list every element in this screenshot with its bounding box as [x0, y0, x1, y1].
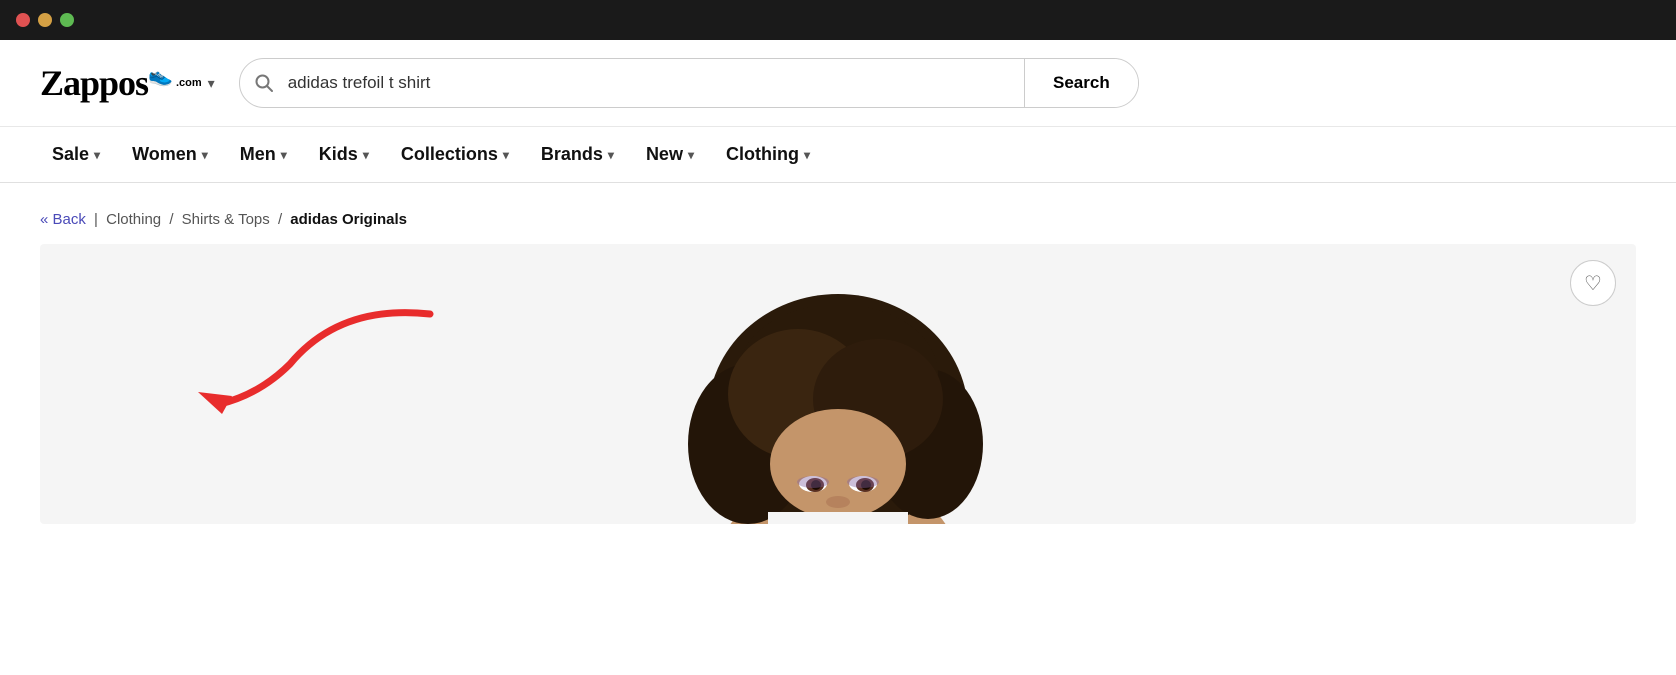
nav-item-kids[interactable]: Kids ▾: [307, 127, 381, 182]
nav-label-kids: Kids: [319, 144, 358, 165]
model-image: [648, 244, 1028, 524]
logo-area[interactable]: Zappos👟 .com ▾: [40, 65, 215, 101]
close-button[interactable]: [16, 13, 30, 27]
favorite-button[interactable]: ♡: [1570, 260, 1616, 306]
minimize-button[interactable]: [38, 13, 52, 27]
search-icon: [240, 73, 288, 93]
breadcrumb-current: adidas Originals: [290, 211, 407, 228]
chevron-down-icon: ▾: [608, 148, 614, 162]
breadcrumb-slash2: /: [278, 211, 286, 228]
heart-icon: ♡: [1584, 271, 1602, 296]
chevron-down-icon: ▾: [363, 148, 369, 162]
nav-item-new[interactable]: New ▾: [634, 127, 706, 182]
nav: Sale ▾ Women ▾ Men ▾ Kids ▾ Collections …: [0, 127, 1676, 183]
logo-chevron-icon[interactable]: ▾: [208, 75, 215, 92]
chevron-down-icon: ▾: [94, 148, 100, 162]
nav-item-clothing[interactable]: Clothing ▾: [714, 127, 822, 182]
nav-label-brands: Brands: [541, 144, 603, 165]
product-area: ♡: [40, 244, 1636, 524]
back-link[interactable]: « Back: [40, 211, 86, 228]
titlebar: [0, 0, 1676, 40]
nav-label-men: Men: [240, 144, 276, 165]
nav-label-clothing: Clothing: [726, 144, 799, 165]
chevron-down-icon: ▾: [503, 148, 509, 162]
breadcrumb-slash: /: [169, 211, 177, 228]
search-bar: Search: [239, 58, 1139, 108]
arrow-annotation: [160, 284, 440, 439]
nav-label-women: Women: [132, 144, 197, 165]
search-input[interactable]: [288, 73, 1024, 93]
breadcrumb-shirts-link[interactable]: Shirts & Tops: [182, 211, 270, 228]
nav-item-women[interactable]: Women ▾: [120, 127, 220, 182]
maximize-button[interactable]: [60, 13, 74, 27]
chevron-down-icon: ▾: [202, 148, 208, 162]
nav-label-new: New: [646, 144, 683, 165]
breadcrumb-separator: |: [94, 211, 102, 228]
header: Zappos👟 .com ▾ Search: [0, 40, 1676, 127]
breadcrumb: « Back | Clothing / Shirts & Tops / adid…: [0, 183, 1676, 244]
nav-item-sale[interactable]: Sale ▾: [40, 127, 112, 182]
nav-item-collections[interactable]: Collections ▾: [389, 127, 521, 182]
logo-text: Zappos👟: [40, 65, 172, 101]
nav-label-collections: Collections: [401, 144, 498, 165]
chevron-down-icon: ▾: [688, 148, 694, 162]
chevron-down-icon: ▾: [804, 148, 810, 162]
nav-label-sale: Sale: [52, 144, 89, 165]
breadcrumb-clothing-link[interactable]: Clothing: [106, 211, 161, 228]
logo-com: .com: [176, 77, 202, 89]
chevron-down-icon: ▾: [281, 148, 287, 162]
search-button[interactable]: Search: [1024, 59, 1138, 107]
nav-item-brands[interactable]: Brands ▾: [529, 127, 626, 182]
nav-item-men[interactable]: Men ▾: [228, 127, 299, 182]
